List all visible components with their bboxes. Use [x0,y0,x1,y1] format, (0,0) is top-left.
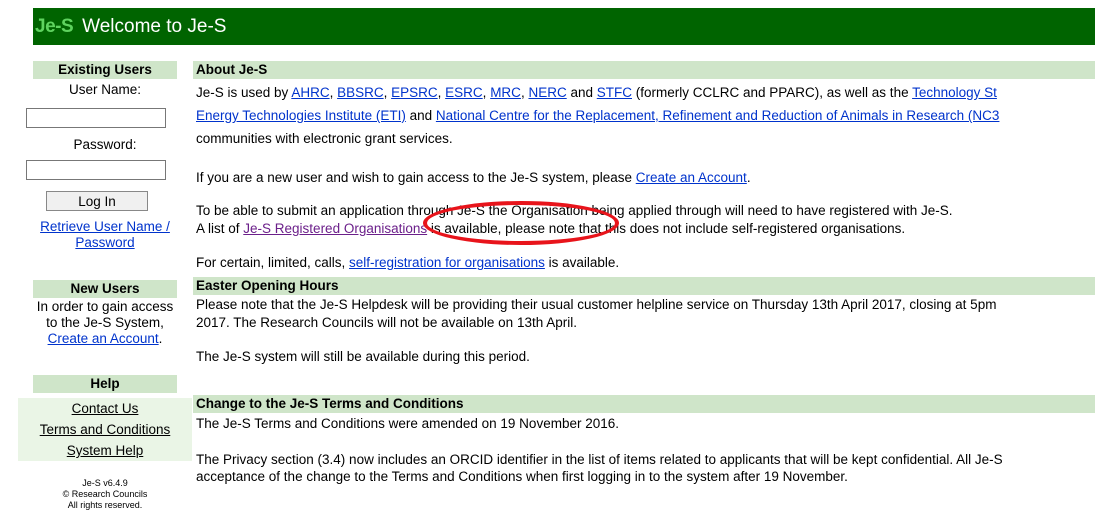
easter-line-3: The Je-S system will still be available … [196,349,530,364]
rights-text: All rights reserved. [67,500,143,510]
nerc-link[interactable]: NERC [528,85,566,100]
terms-and-conditions-link[interactable]: Terms and Conditions [18,419,192,440]
easter-line-2: 2017. The Research Councils will not be … [196,315,577,330]
copyright-text: © Research Councils [62,489,148,499]
new-users-text: In order to gain access to the Je-S Syst… [36,299,174,346]
new-user-line: If you are a new user and wish to gain a… [196,170,751,185]
stfc-link[interactable]: STFC [597,85,632,100]
registered-organisations-link[interactable]: Je-S Registered Organisations [243,221,427,236]
esrc-link[interactable]: ESRC [445,85,483,100]
title-bar: Je-S Welcome to Je-S [33,8,1095,45]
ahrc-link[interactable]: AHRC [291,85,329,100]
about-line-3: communities with electronic grant servic… [196,131,453,146]
nc3rs-link[interactable]: National Centre for the Replacement, Ref… [436,108,1000,123]
terms-line-3: acceptance of the change to the Terms an… [196,469,848,484]
bbsrc-link[interactable]: BBSRC [337,85,384,100]
sidebar-footer: Je-S v6.4.9 © Research Councils All righ… [18,478,192,511]
self-registration-link[interactable]: self-registration for organisations [349,255,545,270]
contact-us-link[interactable]: Contact Us [18,398,192,419]
existing-users-heading: Existing Users [33,61,177,79]
self-registration-line: For certain, limited, calls, self-regist… [196,255,620,270]
page-title: Welcome to Je-S [82,15,227,37]
mrc-link[interactable]: MRC [490,85,521,100]
new-users-heading: New Users [33,280,177,298]
password-input[interactable] [26,160,166,180]
je-s-logo: Je-S [35,15,74,37]
about-line-1: Je-S is used by AHRC, BBSRC, EPSRC, ESRC… [196,85,997,100]
login-button[interactable]: Log In [46,191,148,211]
eti-link[interactable]: Energy Technologies Institute (ETI) [196,108,406,123]
help-heading: Help [33,375,177,393]
about-heading: About Je-S [193,61,1095,79]
username-label: User Name: [68,82,141,97]
technology-strategy-link[interactable]: Technology St [912,85,997,100]
terms-line-1: The Je-S Terms and Conditions were amend… [196,416,619,431]
easter-line-1: Please note that the Je-S Helpdesk will … [196,297,997,312]
username-input[interactable] [26,108,166,128]
sidebar-create-account-link[interactable]: Create an Account [48,331,159,346]
registered-orgs-line: A list of Je-S Registered Organisations … [196,221,906,236]
about-line-2: Energy Technologies Institute (ETI) and … [196,108,1000,123]
terms-heading: Change to the Je-S Terms and Conditions [193,395,1095,413]
easter-heading: Easter Opening Hours [193,277,1095,295]
retrieve-credentials-link-wrap: Retrieve User Name / Password [18,219,192,251]
help-links: Contact Us Terms and Conditions System H… [18,398,192,461]
epsrc-link[interactable]: EPSRC [391,85,438,100]
main-create-account-link[interactable]: Create an Account [636,170,747,185]
version-text: Je-S v6.4.9 [82,478,128,488]
system-help-link[interactable]: System Help [18,440,192,461]
retrieve-username-password-link[interactable]: Retrieve User Name / Password [40,219,170,250]
submit-line: To be able to submit an application thro… [196,203,953,218]
password-label: Password: [73,137,137,152]
